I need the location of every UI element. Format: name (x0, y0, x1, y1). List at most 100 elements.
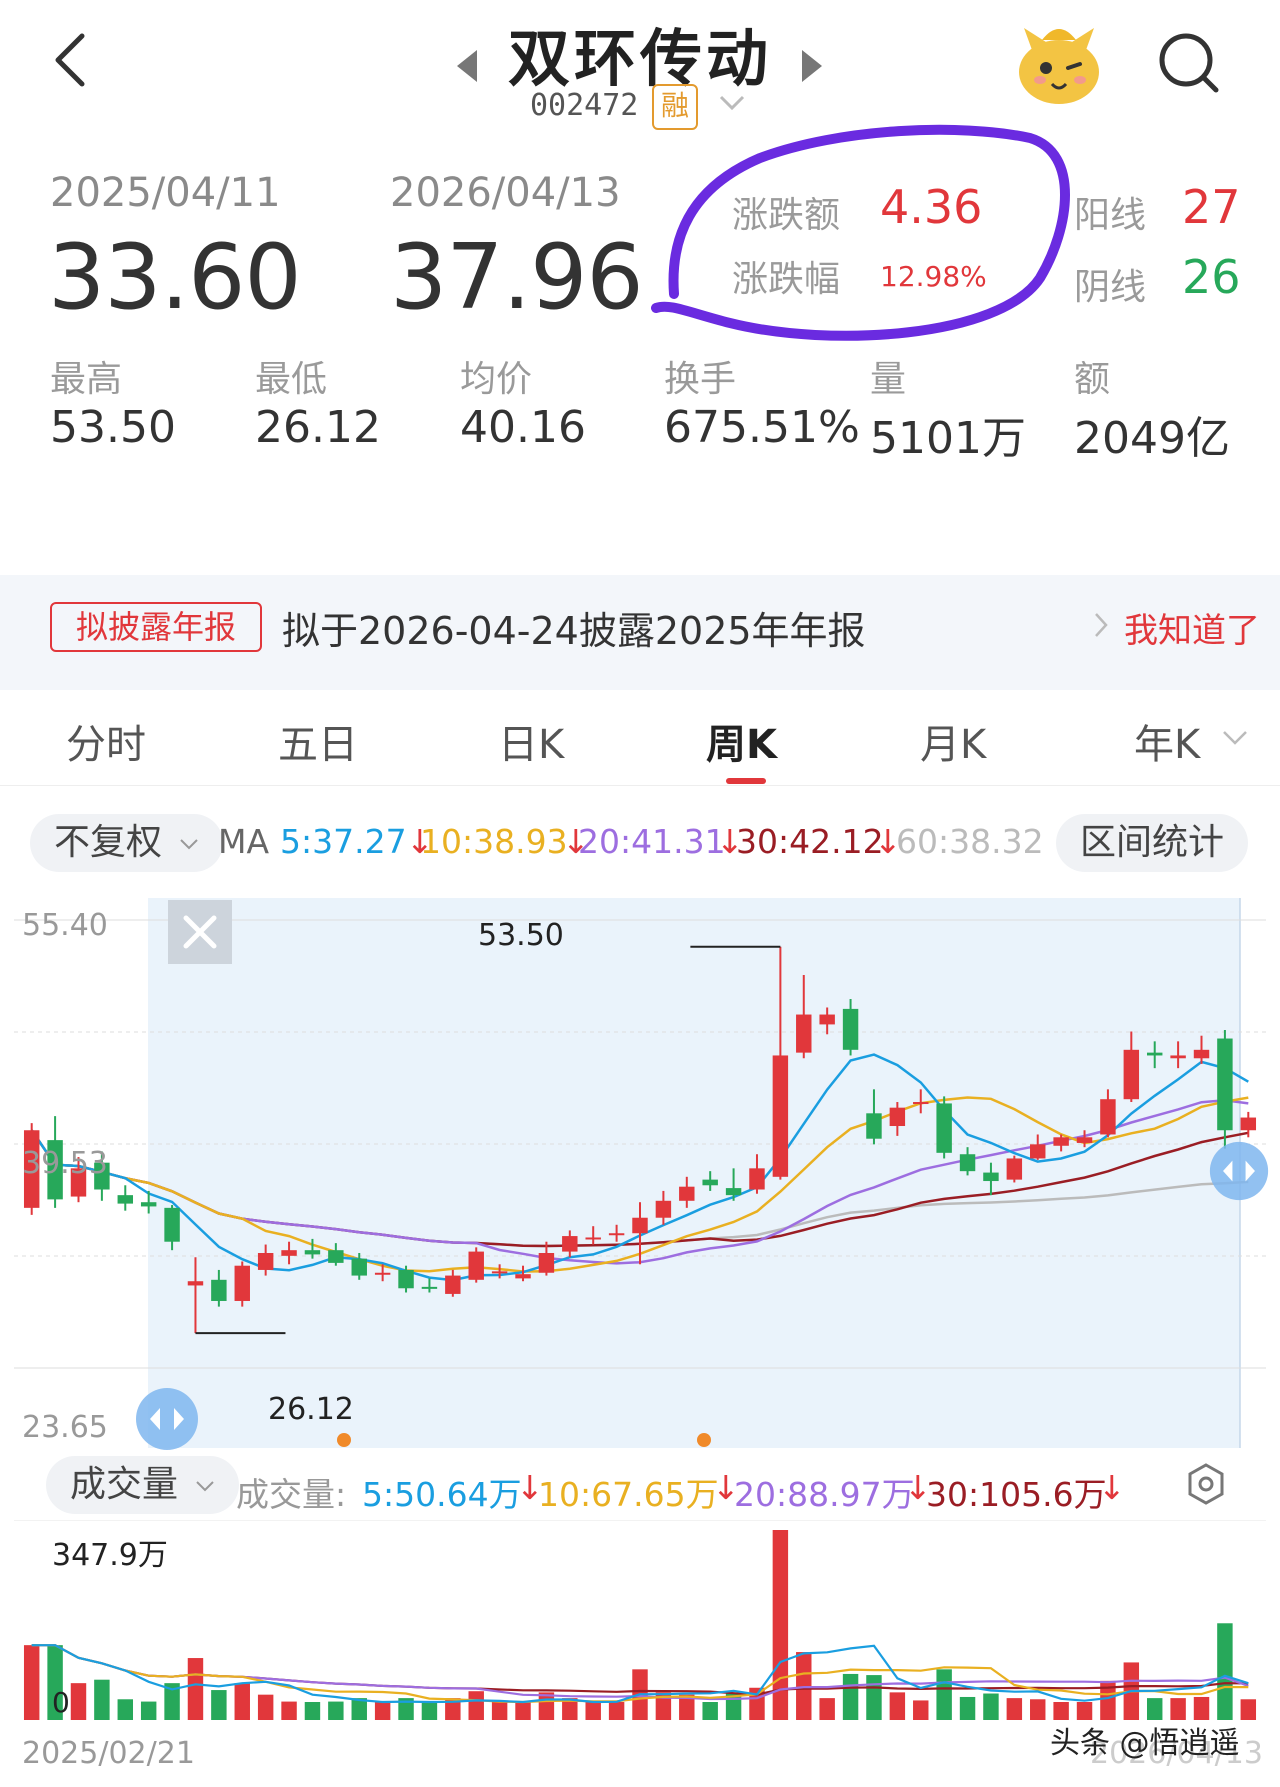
candle-body (468, 1251, 484, 1280)
next-stock-button[interactable] (800, 48, 824, 88)
close-icon (183, 915, 217, 949)
close-range-button[interactable] (168, 900, 232, 964)
candle-body (1123, 1049, 1140, 1100)
ma5-value: 5:37.27 (280, 822, 407, 861)
candle-body (257, 1253, 274, 1270)
volume-bar (234, 1683, 250, 1720)
candle-body (491, 1271, 508, 1274)
arrow-down-icon: ↓ (1098, 1468, 1126, 1507)
tab-divider (0, 785, 1280, 786)
tab-intraday[interactable]: 分时 (66, 712, 146, 770)
x-axis-start-date: 2025/02/21 (22, 1736, 195, 1771)
chevron-down-icon (196, 1481, 215, 1492)
volume-bar (936, 1669, 952, 1720)
settings-button[interactable] (1184, 1462, 1228, 1510)
candle-body (1053, 1137, 1069, 1146)
yang-count: 27 (1182, 180, 1241, 234)
search-button[interactable] (1156, 30, 1222, 100)
candle-body (866, 1113, 882, 1139)
start-date: 2025/04/11 (50, 170, 281, 216)
volume-bar (140, 1701, 157, 1720)
active-tab-indicator (726, 778, 766, 784)
candle-body (1006, 1158, 1023, 1180)
yang-label: 阳线 (1074, 195, 1147, 236)
chevron-down-icon (719, 95, 745, 111)
volume-bar (1217, 1623, 1233, 1720)
volume-bar (70, 1683, 87, 1720)
stat-value-turnover: 675.51% (664, 402, 860, 453)
settings-hex-icon (1188, 1463, 1224, 1505)
volume-bar (959, 1696, 976, 1720)
stock-dropdown-button[interactable] (718, 94, 746, 116)
candle-body (140, 1202, 157, 1207)
range-start-handle[interactable] (134, 1386, 200, 1456)
volume-bar (374, 1702, 391, 1720)
tab-weekly-k[interactable]: 周K (706, 712, 777, 770)
volume-bar (281, 1701, 297, 1720)
stat-value-volume: 5101万 (870, 413, 1026, 464)
candle-body (983, 1172, 999, 1182)
volume-bar (468, 1691, 484, 1720)
volume-bar (257, 1694, 274, 1720)
candle-body (562, 1236, 578, 1252)
candle-body (842, 1008, 859, 1050)
dismiss-notice-button[interactable]: 我知道了 (1124, 603, 1260, 652)
tab-five-day[interactable]: 五日 (278, 712, 358, 770)
tab-yearly-k[interactable]: 年K (1134, 712, 1200, 770)
range-stats-button[interactable]: 区间统计 (1056, 814, 1249, 872)
candle-body (374, 1272, 391, 1275)
volume-bar (491, 1702, 508, 1720)
volume-chart[interactable] (14, 1520, 1266, 1720)
stat-label-high: 最高 (50, 359, 123, 400)
candle-body (351, 1258, 367, 1276)
candle-body (889, 1107, 906, 1127)
vol5-value: 5:50.64万 (362, 1475, 522, 1514)
volume-bar (889, 1692, 906, 1720)
vol20-value: 20:88.97万 (734, 1475, 915, 1514)
tab-more-chevron-icon (1222, 730, 1248, 750)
adjust-dropdown[interactable]: 不复权 (30, 814, 224, 872)
volume-bar (1240, 1699, 1257, 1720)
candle-body (164, 1207, 180, 1242)
mascot-icon (1019, 28, 1099, 104)
candle-body (1217, 1038, 1233, 1131)
candle-body (538, 1253, 555, 1273)
low-marker-label: 26.12 (268, 1392, 354, 1427)
candle-body (749, 1168, 765, 1190)
volume-prefix: 成交量: (236, 1475, 347, 1514)
volume-bar (1006, 1698, 1023, 1720)
chevron-down-icon (180, 839, 199, 850)
candle-body (725, 1188, 742, 1196)
start-price: 33.60 (48, 225, 302, 330)
candle-body (702, 1179, 718, 1186)
candle-body (1240, 1117, 1257, 1131)
notice-text: 拟于2026-04-24披露2025年年报 (282, 609, 866, 653)
candle-body (655, 1200, 672, 1218)
volume-bar (1170, 1698, 1186, 1720)
volume-bar (1193, 1696, 1210, 1720)
range-end-handle[interactable] (1208, 1140, 1270, 1206)
volume-indicator-dropdown[interactable]: 成交量 (46, 1456, 240, 1514)
volume-bar (211, 1690, 227, 1720)
volume-bar (94, 1679, 110, 1720)
ma10-value: 10:38.93 (420, 822, 568, 861)
mascot-button[interactable] (1014, 22, 1104, 112)
yin-label: 阴线 (1074, 267, 1147, 308)
high-marker-label: 53.50 (478, 918, 564, 953)
tab-monthly-k[interactable]: 月K (920, 712, 986, 770)
stat-label-volume: 量 (870, 359, 907, 400)
volume-bar (421, 1702, 438, 1720)
vol30-value: 30:105.6万 (926, 1475, 1107, 1514)
range-dot (697, 1433, 711, 1447)
candle-body (1170, 1055, 1186, 1059)
y-axis-bottom: 23.65 (22, 1410, 108, 1445)
price-chart[interactable] (14, 898, 1266, 1448)
volume-bar (608, 1702, 625, 1720)
candle-body (608, 1233, 625, 1236)
tab-daily-k[interactable]: 日K (498, 712, 564, 770)
candle-body (1193, 1049, 1210, 1059)
notice-tag: 拟披露年报 (50, 602, 262, 652)
candle-body (187, 1281, 204, 1286)
ma30-value: 30:42.12 (736, 822, 884, 861)
stat-value-amount: 2049亿 (1074, 413, 1230, 464)
